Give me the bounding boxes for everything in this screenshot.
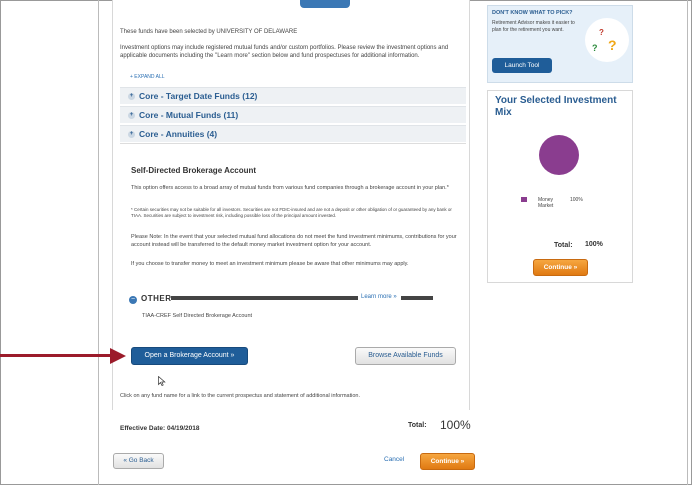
legend-label: Money Market <box>538 197 554 209</box>
retirement-advisor-box: DON'T KNOW WHAT TO PICK? Retirement Advi… <box>487 5 633 83</box>
legend-swatch <box>521 197 527 202</box>
mix-total-label: Total: <box>554 242 573 249</box>
tool-header: DON'T KNOW WHAT TO PICK? <box>492 10 573 16</box>
minus-icon[interactable]: − <box>129 296 137 304</box>
accordion-mutual-funds[interactable]: + Core - Mutual Funds (11) <box>120 106 466 123</box>
learn-more-link[interactable]: Learn more » <box>361 294 397 300</box>
browse-available-funds-button[interactable]: Browse Available Funds <box>355 347 456 365</box>
accordion-target-date-funds[interactable]: + Core - Target Date Funds (12) <box>120 87 466 104</box>
redaction-bar <box>401 296 433 300</box>
mouse-cursor-icon <box>158 376 166 386</box>
accordion-annuities[interactable]: + Core - Annuities (4) <box>120 125 466 142</box>
accordion-label: Core - Mutual Funds (11) <box>139 110 239 120</box>
brokerage-title: Self-Directed Brokerage Account <box>131 166 257 175</box>
accordion-label: Core - Target Date Funds (12) <box>139 91 258 101</box>
brokerage-footnote: * Certain securities may not be suitable… <box>131 207 452 218</box>
top-button-stub[interactable] <box>300 0 350 8</box>
go-back-button[interactable]: « Go Back <box>113 453 164 469</box>
brokerage-description: This option offers access to a broad arr… <box>131 185 449 191</box>
left-margin-line <box>98 0 99 485</box>
continue-button[interactable]: Continue » <box>420 453 475 470</box>
transfer-text: If you choose to transfer money to meet … <box>131 261 409 267</box>
annotation-arrow-line <box>0 354 112 357</box>
mix-continue-button[interactable]: Continue » <box>533 259 588 276</box>
brokerage-section <box>120 143 466 411</box>
redaction-bar <box>171 296 358 300</box>
pie-chart <box>539 135 579 175</box>
question-bubble-icon <box>585 18 629 62</box>
other-label: OTHER <box>141 294 172 303</box>
question-mark-icon: ? <box>599 28 604 37</box>
options-text: Investment options may include registere… <box>120 45 449 59</box>
plus-icon: + <box>128 112 135 120</box>
mix-total-value: 100% <box>585 241 603 248</box>
plus-icon: + <box>128 93 135 101</box>
mix-title: Your Selected Investment Mix <box>495 95 617 118</box>
selected-by-text: These funds have been selected by UNIVER… <box>120 29 298 35</box>
expand-all-link[interactable]: + EXPAND ALL <box>130 74 165 80</box>
tool-text: Retirement Advisor makes it easier to pl… <box>492 20 575 33</box>
right-margin-line <box>687 0 688 485</box>
launch-tool-button[interactable]: Launch Tool <box>492 58 552 73</box>
please-note-text: Please Note: In the event that your sele… <box>131 234 457 248</box>
question-mark-icon: ? <box>608 37 617 53</box>
total-value: 100% <box>440 418 471 432</box>
cancel-link[interactable]: Cancel <box>384 456 404 463</box>
plus-icon: + <box>128 131 135 139</box>
legend-percent: 100% <box>570 197 583 203</box>
open-brokerage-account-button[interactable]: Open a Brokerage Account » <box>131 347 248 365</box>
prospectus-note: Click on any fund name for a link to the… <box>120 393 360 399</box>
effective-date: Effective Date: 04/19/2018 <box>120 425 200 432</box>
investment-mix-panel: Your Selected Investment Mix Money Marke… <box>487 90 633 283</box>
accordion-label: Core - Annuities (4) <box>139 129 218 139</box>
total-label: Total: <box>408 422 427 429</box>
question-mark-icon: ? <box>592 43 598 53</box>
brokerage-account-name[interactable]: TIAA-CREF Self Directed Brokerage Accoun… <box>142 313 252 319</box>
annotation-arrow-head <box>110 348 126 364</box>
